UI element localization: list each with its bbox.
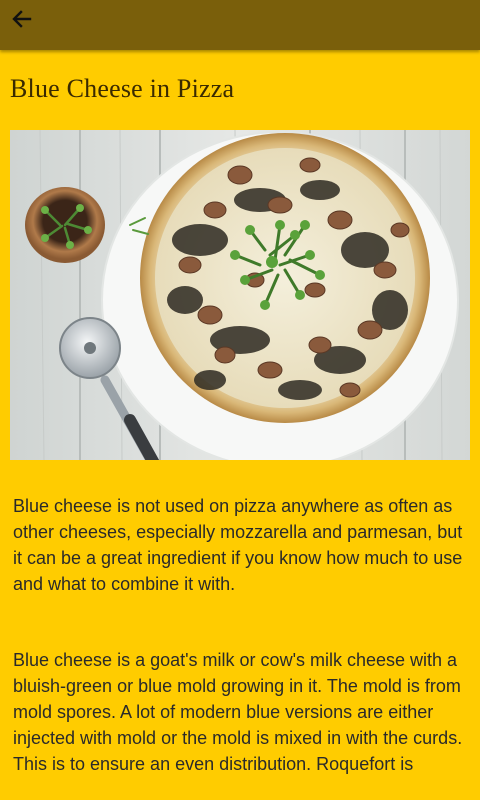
pizza-image: [10, 130, 470, 460]
article-title: Blue Cheese in Pizza: [10, 74, 235, 103]
arrow-back-icon: [12, 10, 32, 28]
article-paragraph: Blue cheese is a goat's milk or cow's mi…: [13, 650, 463, 774]
article-paragraph: Blue cheese is not used on pizza anywher…: [13, 496, 463, 594]
article-content: Blue Cheese in Pizza Blue cheese is not …: [0, 50, 480, 800]
back-button[interactable]: [8, 5, 36, 33]
app-bar: [0, 0, 480, 50]
